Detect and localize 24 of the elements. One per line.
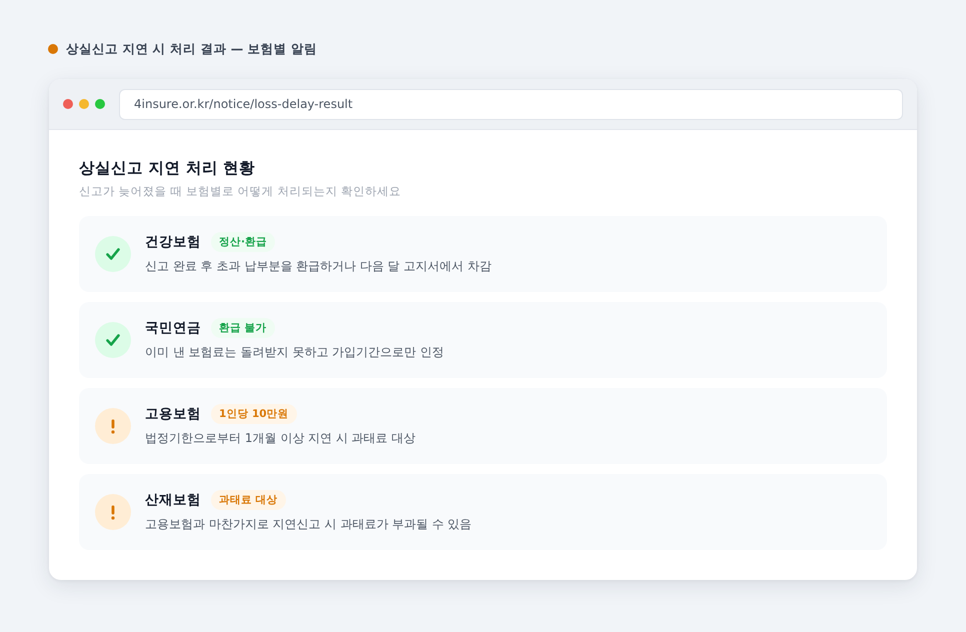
status-badge: 과태료 대상 (211, 490, 286, 510)
status-dot-icon (48, 44, 58, 54)
minimize-dot-icon[interactable] (79, 99, 89, 109)
check-icon (95, 322, 131, 358)
caption-text: 상실신고 지연 시 처리 결과 — 보험별 알림 (66, 40, 317, 58)
maximize-dot-icon[interactable] (95, 99, 105, 109)
item-description: 신고 완료 후 초과 납부분을 환급하거나 다음 달 고지서에서 차감 (145, 258, 492, 275)
status-badge: 정산·환급 (211, 232, 275, 252)
insurance-name: 고용보험 (145, 404, 201, 424)
item-description: 이미 낸 보험료는 돌려받지 못하고 가입기간으로만 인정 (145, 344, 444, 361)
status-badge: 1인당 10만원 (211, 404, 297, 424)
item-description: 고용보험과 마찬가지로 지연신고 시 과태료가 부과될 수 있음 (145, 516, 472, 533)
item-description: 법정기한으로부터 1개월 이상 지연 시 과태료 대상 (145, 430, 416, 447)
insurance-name: 산재보험 (145, 490, 201, 510)
close-dot-icon[interactable] (63, 99, 73, 109)
page-subtitle: 신고가 늦어졌을 때 보험별로 어떻게 처리되는지 확인하세요 (79, 183, 402, 200)
page-title: 상실신고 지연 처리 현황 (79, 158, 256, 179)
exclamation-icon (95, 494, 131, 530)
check-icon (95, 236, 131, 272)
address-bar[interactable]: 4insure.or.kr/notice/loss-delay-result (119, 88, 903, 120)
exclamation-icon (95, 408, 131, 444)
insurance-name: 국민연금 (145, 318, 201, 338)
insurance-name: 건강보험 (145, 232, 201, 252)
status-badge: 환급 불가 (211, 318, 275, 338)
